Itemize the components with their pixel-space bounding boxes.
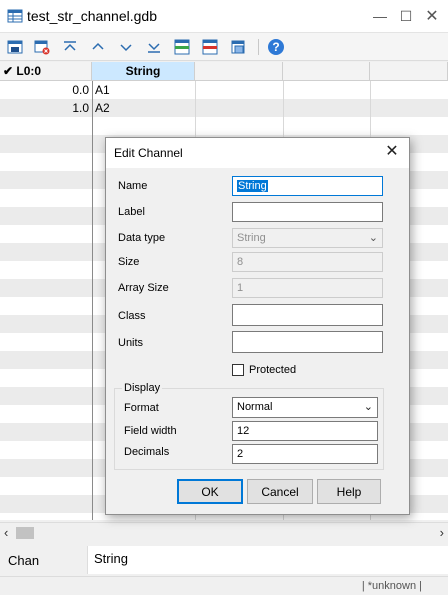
scroll-right-icon[interactable]: › [440, 525, 444, 540]
close-window-icon[interactable]: ✕ [422, 6, 442, 26]
chevron-down-icon: ⌄ [368, 232, 378, 244]
column-header-index[interactable]: ✔ L0:0 [0, 62, 92, 81]
status-bar: | *unknown | [0, 576, 448, 595]
name-label: Name [118, 180, 148, 192]
table-row[interactable]: 0.0 A1 [0, 81, 448, 99]
array-size-field: 1 [232, 278, 383, 298]
dialog-title: Edit Channel [114, 146, 183, 160]
units-label: Units [118, 337, 144, 349]
save-icon[interactable] [5, 37, 25, 57]
status-text: | *unknown | [361, 580, 422, 592]
protected-label: Protected [249, 364, 297, 376]
maximize-icon[interactable]: ☐ [396, 6, 416, 26]
next-icon[interactable] [116, 37, 136, 57]
class-field[interactable] [232, 304, 383, 326]
previous-icon[interactable] [88, 37, 108, 57]
database-grid-icon [7, 9, 23, 23]
first-icon[interactable] [60, 37, 80, 57]
window-title: test_str_channel.gdb [27, 8, 157, 24]
channel-info-bar: Chan String [0, 546, 448, 574]
label-label: Label [118, 206, 145, 218]
minimize-icon[interactable]: — [370, 6, 390, 26]
column-header-string[interactable]: String [92, 62, 195, 81]
field-width-field[interactable]: 12 [232, 421, 378, 441]
chevron-down-icon: ⌄ [363, 401, 373, 413]
label-field[interactable] [232, 202, 383, 222]
decimals-label: Decimals [124, 446, 170, 458]
help-button[interactable]: Help [317, 479, 381, 504]
format-select[interactable]: Normal ⌄ [232, 397, 378, 418]
toolbar-separator [258, 39, 259, 55]
title-bar: test_str_channel.gdb — ☐ ✕ [0, 0, 448, 33]
close-icon[interactable]: ✕ [383, 143, 401, 161]
properties-icon[interactable] [228, 37, 248, 57]
protected-checkbox[interactable] [232, 364, 244, 376]
format-label: Format [124, 402, 159, 414]
edit-channel-dialog: Edit Channel ✕ Name String Label Data ty… [105, 137, 410, 515]
help-icon[interactable]: ? [266, 37, 286, 57]
last-icon[interactable] [144, 37, 164, 57]
array-size-label: Array Size [118, 282, 169, 294]
column-header-empty[interactable] [195, 62, 283, 81]
row-index-cell[interactable]: 1.0 [0, 99, 89, 117]
column-divider [92, 81, 93, 520]
class-label: Class [118, 310, 146, 322]
column-header-empty[interactable] [370, 62, 448, 81]
string-cell[interactable]: A2 [95, 99, 110, 117]
size-field: 8 [232, 252, 383, 272]
insert-channel-icon[interactable] [172, 37, 192, 57]
toolbar: ? [0, 33, 448, 61]
svg-text:?: ? [272, 40, 279, 54]
units-field[interactable] [232, 331, 383, 353]
delete-channel-icon[interactable] [200, 37, 220, 57]
row-index-cell[interactable]: 0.0 [0, 81, 89, 99]
display-group-title: Display [122, 382, 163, 394]
scroll-left-icon[interactable]: ‹ [4, 525, 8, 540]
decimals-field[interactable]: 2 [232, 444, 378, 464]
string-cell[interactable]: A1 [95, 81, 110, 99]
chan-label: Chan [8, 553, 40, 568]
table-row[interactable]: 1.0 A2 [0, 99, 448, 117]
chan-value: String [87, 546, 448, 574]
column-header-empty[interactable] [283, 62, 370, 81]
ok-button[interactable]: OK [177, 479, 243, 504]
dialog-title-bar: Edit Channel ✕ [106, 138, 409, 168]
data-type-label: Data type [118, 232, 166, 244]
table-row[interactable] [0, 117, 448, 135]
horizontal-scrollbar[interactable]: ‹ › [0, 522, 448, 542]
name-value: String [237, 180, 268, 192]
scrollbar-thumb[interactable] [16, 527, 34, 539]
size-label: Size [118, 256, 140, 268]
data-type-value: String [237, 232, 266, 244]
format-value: Normal [237, 401, 273, 413]
cancel-button[interactable]: Cancel [247, 479, 313, 504]
data-type-select: String ⌄ [232, 228, 383, 248]
name-field[interactable]: String [232, 176, 383, 196]
delete-icon[interactable] [32, 37, 52, 57]
field-width-label: Field width [124, 425, 177, 437]
